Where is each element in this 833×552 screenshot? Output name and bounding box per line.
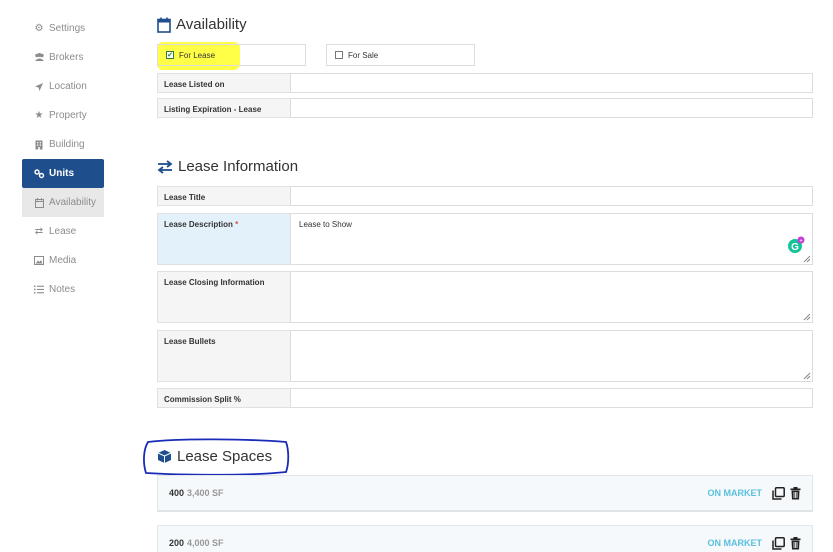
svg-text:G: G bbox=[791, 242, 799, 253]
status-badge: ON MARKET bbox=[707, 538, 763, 548]
users-icon bbox=[33, 53, 45, 62]
list-icon bbox=[33, 285, 45, 294]
calendar-icon bbox=[157, 17, 171, 33]
sidebar-item-label: Location bbox=[49, 81, 87, 92]
field-label-text: Lease Description bbox=[164, 220, 233, 229]
field-label: Lease Title bbox=[157, 186, 290, 206]
lease-listed-on-input[interactable] bbox=[290, 73, 813, 93]
field-label: Commission Split % bbox=[157, 388, 290, 408]
sidebar-item-label: Brokers bbox=[49, 52, 84, 63]
lease-bullets-row: Lease Bullets bbox=[157, 330, 813, 382]
space-number: 200 bbox=[169, 538, 185, 548]
units-icon bbox=[33, 168, 45, 179]
sidebar-item-availability[interactable]: Availability bbox=[22, 188, 104, 217]
sidebar-item-label: Units bbox=[49, 168, 74, 179]
sidebar-item-building[interactable]: Building bbox=[22, 130, 104, 159]
space-size: 4,000 SF bbox=[187, 538, 224, 548]
lease-title-row: Lease Title bbox=[157, 186, 813, 206]
lease-spaces-heading: Lease Spaces bbox=[157, 448, 272, 465]
field-label: Lease Closing Information bbox=[157, 271, 290, 323]
trash-icon[interactable] bbox=[788, 536, 802, 550]
svg-text:+: + bbox=[799, 238, 803, 244]
resize-handle-icon[interactable] bbox=[803, 255, 811, 263]
status-badge: ON MARKET bbox=[707, 488, 763, 498]
field-label: Listing Expiration - Lease bbox=[157, 98, 290, 118]
calendar-icon bbox=[33, 197, 45, 208]
for-sale-checkbox[interactable]: For Sale bbox=[326, 44, 475, 66]
grammarly-icon[interactable]: G + bbox=[787, 236, 805, 256]
space-number: 400 bbox=[169, 488, 185, 498]
sidebar-item-label: Building bbox=[49, 139, 85, 150]
sidebar-item-media[interactable]: Media bbox=[22, 246, 104, 275]
building-icon bbox=[33, 140, 45, 150]
space-size: 3,400 SF bbox=[187, 488, 224, 498]
trash-icon[interactable] bbox=[788, 486, 802, 500]
section-title: Lease Spaces bbox=[177, 448, 273, 465]
page-title: Availability bbox=[176, 16, 247, 33]
exchange-icon bbox=[157, 159, 173, 174]
lease-space-card[interactable]: 200 4,000 SF ON MARKET bbox=[157, 525, 813, 552]
sidebar-item-lease[interactable]: ⇄ Lease bbox=[22, 217, 104, 246]
sidebar-item-brokers[interactable]: Brokers bbox=[22, 43, 104, 72]
lease-description-row: Lease Description * Lease to Show G + bbox=[157, 213, 813, 265]
sidebar-item-label: Property bbox=[49, 110, 87, 121]
field-label: Lease Listed on bbox=[157, 73, 290, 93]
sidebar-item-label: Media bbox=[49, 255, 77, 266]
sidebar-item-label: Notes bbox=[49, 284, 76, 295]
listing-expiration-row: Listing Expiration - Lease bbox=[157, 98, 813, 118]
checkbox-label: For Sale bbox=[348, 50, 379, 60]
sidebar: ⚙ Settings Brokers Location ★ Property B… bbox=[22, 14, 104, 304]
lease-description-textarea[interactable]: Lease to Show G + bbox=[290, 213, 813, 265]
sidebar-item-notes[interactable]: Notes bbox=[22, 275, 104, 304]
sidebar-item-settings[interactable]: ⚙ Settings bbox=[22, 14, 104, 43]
resize-handle-icon[interactable] bbox=[803, 313, 811, 321]
checkbox-label: For Lease bbox=[179, 50, 216, 60]
required-marker: * bbox=[235, 220, 239, 229]
sidebar-item-units[interactable]: Units bbox=[22, 159, 104, 188]
exchange-icon: ⇄ bbox=[34, 226, 44, 237]
copy-icon[interactable] bbox=[771, 536, 785, 550]
star-icon: ★ bbox=[34, 110, 44, 121]
sidebar-item-label: Availability bbox=[49, 197, 97, 208]
availability-heading: Availability bbox=[157, 16, 247, 33]
closing-info-textarea[interactable] bbox=[290, 271, 813, 323]
check-icon: ✔ bbox=[166, 51, 174, 59]
section-title: Lease Information bbox=[178, 158, 299, 175]
commission-input[interactable] bbox=[290, 388, 813, 408]
lease-bullets-textarea[interactable] bbox=[290, 330, 813, 382]
lease-space-card[interactable]: 400 3,400 SF ON MARKET bbox=[157, 475, 813, 512]
cube-icon bbox=[157, 449, 172, 464]
field-label: Lease Description * bbox=[157, 213, 290, 265]
checkbox-icon bbox=[335, 51, 343, 59]
resize-handle-icon[interactable] bbox=[803, 372, 811, 380]
closing-info-row: Lease Closing Information bbox=[157, 271, 813, 323]
copy-icon[interactable] bbox=[771, 486, 785, 500]
location-arrow-icon bbox=[33, 82, 45, 92]
for-lease-checkbox[interactable]: ✔ For Lease bbox=[157, 44, 306, 66]
image-icon bbox=[33, 256, 45, 265]
textarea-value: Lease to Show bbox=[299, 220, 352, 229]
field-label: Lease Bullets bbox=[157, 330, 290, 382]
sidebar-item-location[interactable]: Location bbox=[22, 72, 104, 101]
sidebar-item-label: Lease bbox=[49, 226, 77, 237]
lease-title-input[interactable] bbox=[290, 186, 813, 206]
lease-listed-on-row: Lease Listed on bbox=[157, 73, 813, 93]
gear-icon: ⚙ bbox=[34, 23, 44, 34]
sidebar-item-label: Settings bbox=[49, 23, 86, 34]
commission-row: Commission Split % bbox=[157, 388, 813, 408]
sidebar-item-property[interactable]: ★ Property bbox=[22, 101, 104, 130]
listing-expiration-input[interactable] bbox=[290, 98, 813, 118]
lease-info-heading: Lease Information bbox=[157, 158, 298, 175]
